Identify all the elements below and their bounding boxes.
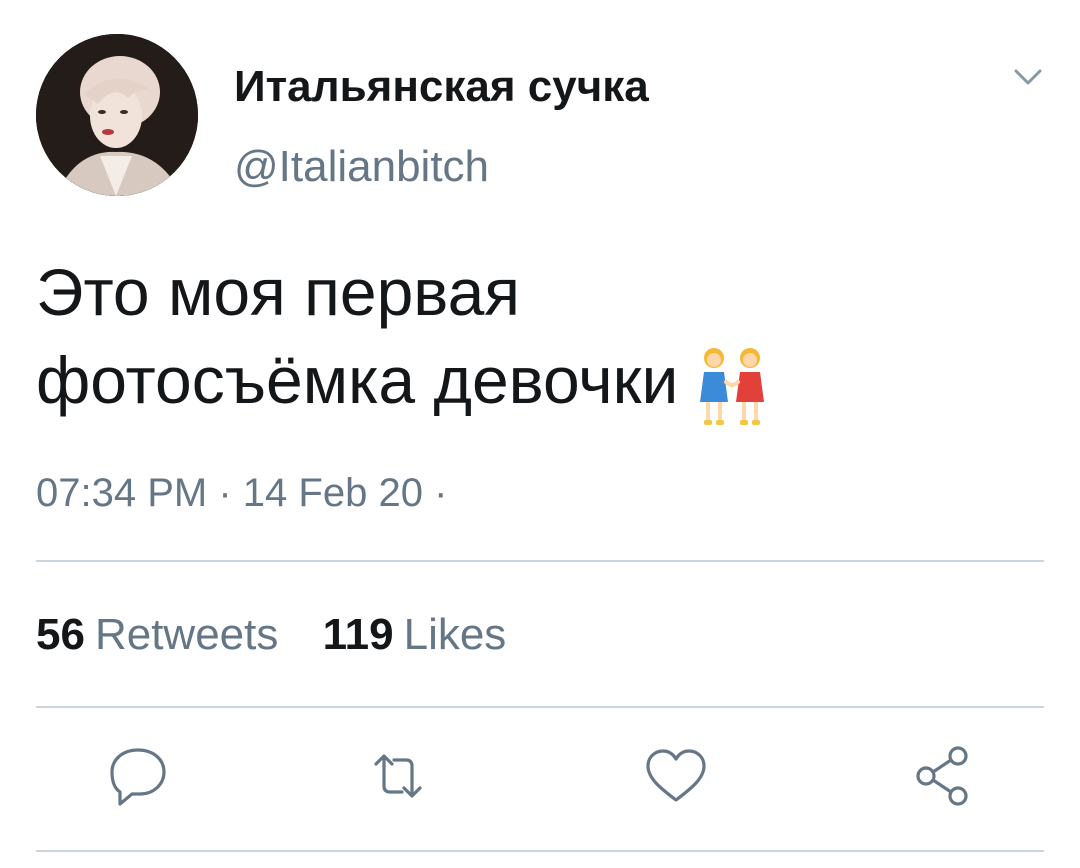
avatar-image xyxy=(36,34,198,196)
retweets-label: Retweets xyxy=(94,610,279,659)
likes-stat[interactable]: 119 Likes xyxy=(323,608,507,662)
divider xyxy=(36,706,1044,708)
avatar[interactable] xyxy=(36,34,198,196)
display-name[interactable]: Итальянская сучка xyxy=(234,60,649,114)
retweets-count: 56 xyxy=(36,610,85,659)
meta-separator: · xyxy=(218,471,232,515)
user-handle[interactable]: @Italianbitch xyxy=(234,140,489,194)
tweet-time: 07:34 PM xyxy=(36,471,208,515)
divider xyxy=(36,850,1044,852)
likes-count: 119 xyxy=(322,610,394,659)
tweet-actions xyxy=(0,740,1080,812)
tweet-text-segment: фотосъёмка девочки xyxy=(36,343,679,417)
tweet-stats: 56 Retweets 119 Likes xyxy=(36,608,538,662)
divider xyxy=(36,560,1044,562)
tweet-text-line: фотосъёмка девочки xyxy=(36,336,1046,430)
two-women-holding-hands-icon xyxy=(692,342,772,430)
tweet-text-line: Это моя первая xyxy=(36,255,521,329)
chevron-down-icon[interactable] xyxy=(1008,62,1048,92)
like-icon[interactable] xyxy=(640,740,712,812)
retweets-stat[interactable]: 56 Retweets xyxy=(36,608,278,662)
tweet-text: Это моя первая фотосъёмка девочки xyxy=(36,248,1046,430)
tweet-timestamp[interactable]: 07:34 PM · 14 Feb 20 · xyxy=(36,468,447,518)
likes-label: Likes xyxy=(403,610,507,659)
share-icon[interactable] xyxy=(908,740,980,812)
meta-separator: · xyxy=(434,471,448,515)
retweet-icon[interactable] xyxy=(362,740,434,812)
tweet-date: 14 Feb 20 xyxy=(242,471,423,515)
reply-icon[interactable] xyxy=(102,740,174,812)
